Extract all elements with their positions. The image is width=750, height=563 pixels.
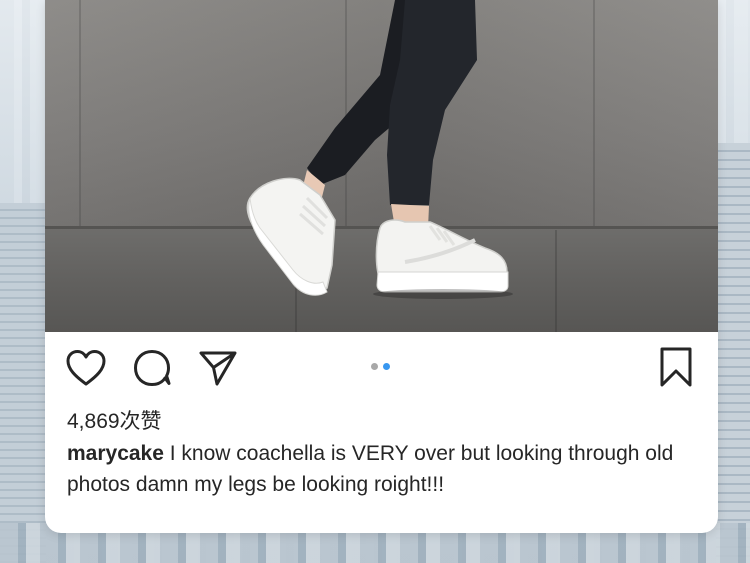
post-card: 4,869次赞 marycake I know coachella is VER… bbox=[45, 0, 718, 533]
background-building-left bbox=[0, 203, 46, 563]
bookmark-icon[interactable] bbox=[659, 346, 693, 388]
post-caption: marycake I know coachella is VERY over b… bbox=[67, 438, 697, 500]
background-building-right bbox=[716, 143, 750, 563]
paper-plane-icon[interactable] bbox=[198, 349, 238, 387]
heart-icon[interactable] bbox=[65, 349, 107, 387]
sneaker-shadow bbox=[373, 289, 513, 299]
post-action-bar bbox=[45, 332, 718, 392]
comment-bubble-icon[interactable] bbox=[132, 348, 172, 388]
carousel-dot bbox=[371, 363, 378, 370]
carousel-dot-active bbox=[383, 363, 390, 370]
likes-count[interactable]: 4,869次赞 bbox=[67, 405, 162, 435]
person-legs-sneakers bbox=[246, 0, 513, 299]
post-photo[interactable] bbox=[45, 0, 718, 332]
caption-username[interactable]: marycake bbox=[67, 442, 164, 465]
right-sneaker-sole bbox=[376, 271, 509, 293]
